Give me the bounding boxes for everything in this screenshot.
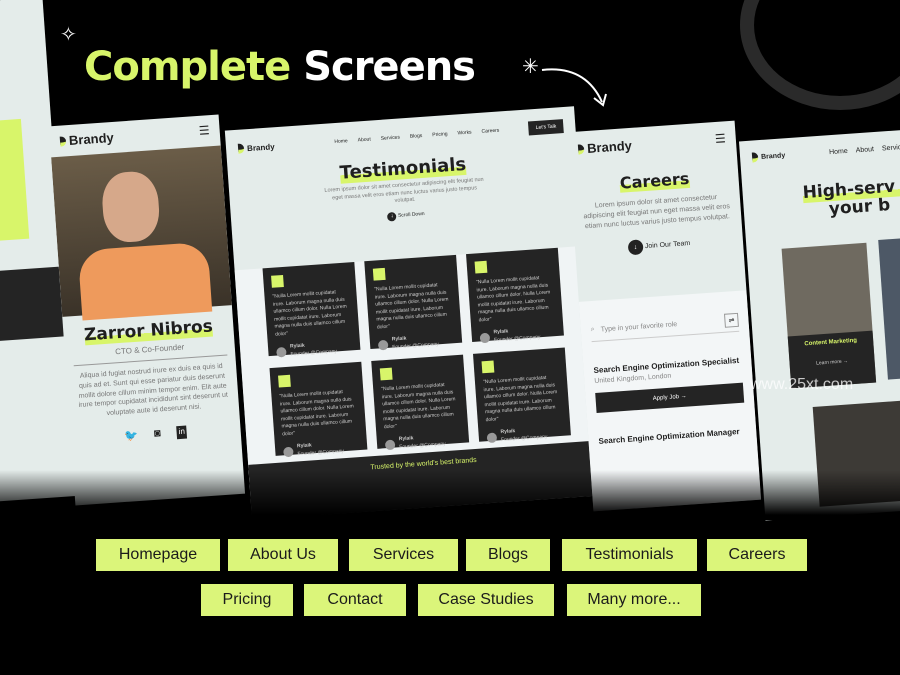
tag-testimonials: Testimonials (562, 539, 697, 571)
nav-home[interactable]: Home (829, 147, 848, 155)
menu-icon[interactable]: ☰ (198, 123, 210, 139)
sparkle-icon: ✧ (60, 24, 77, 46)
search-input[interactable]: ⌕ Type in your favorite role ⇌ (590, 312, 740, 343)
testimonial-card: "Nulla Lorem mollit cupidatat irure. Lab… (371, 354, 470, 450)
search-icon: ⌕ (590, 325, 595, 334)
nav-works[interactable]: Works (457, 129, 471, 136)
tag-about-us: About Us (228, 539, 338, 571)
brand-logo: Brandy (577, 138, 632, 157)
tag-services: Services (349, 539, 458, 571)
watermark: www.25xt.com (750, 376, 854, 393)
tag-many-more: Many more... (567, 584, 701, 616)
profile-photo (51, 145, 232, 321)
testimonial-card: "Nulla Lorem mollit cupidatat irure. Lab… (466, 247, 564, 343)
testimonial-card: "Nulla Lorem mollit cupidatat irure. Lab… (269, 361, 368, 457)
nav-careers[interactable]: Careers (481, 128, 499, 135)
testimonial-card: "Nulla Lorem mollit cupidatat irure. Lab… (364, 254, 463, 350)
testimonials-screen: Brandy Home About Services Blogs Pricing… (224, 106, 602, 520)
nav-about[interactable]: About (855, 146, 874, 154)
profile-screen: Brandy ☰ Zarror Nibros CTO & Co-Founder … (48, 114, 246, 506)
nav-blogs[interactable]: Blogs (410, 133, 423, 140)
tag-careers: Careers (707, 539, 807, 571)
nav-home[interactable]: Home (334, 138, 348, 145)
testimonial-card: "Nulla Lorem mollit cupidatat irure. Lab… (262, 261, 361, 357)
testimonial-card: "Nulla Lorem mollit cupidatat irure. Lab… (473, 347, 571, 443)
service-card: Content Marketing Learn more → (781, 242, 877, 389)
job-title: Search Engine Optimization Manager (598, 427, 740, 446)
brand-logo: Brandy (237, 141, 275, 154)
nav-about[interactable]: About (358, 137, 371, 144)
arrow-down-icon: ↓ (627, 239, 644, 256)
nav-services[interactable]: Services (381, 134, 401, 141)
brand-logo: Brandy (59, 130, 114, 149)
menu-icon[interactable]: ☰ (715, 131, 727, 147)
join-team-button[interactable]: ↓ Join Our Team (583, 233, 736, 259)
page-title: Careers (619, 168, 690, 193)
apply-job-button[interactable]: Apply Job → (595, 382, 745, 413)
careers-screen: Brandy ☰ Careers Lorem ipsum dolor sit a… (566, 120, 762, 512)
tag-contact: Contact (304, 584, 406, 616)
lets-talk-button[interactable]: Let's Talk (528, 119, 564, 136)
service-title: Content Marketing (804, 337, 858, 348)
headline: Complete Screens (84, 44, 476, 90)
tag-pricing: Pricing (201, 584, 293, 616)
tag-blogs: Blogs (466, 539, 550, 571)
arrow-down-icon: ↓ (387, 211, 397, 222)
tag-homepage: Homepage (96, 539, 220, 571)
filter-icon[interactable]: ⇌ (724, 312, 739, 328)
twitter-icon[interactable]: 🐦 (124, 429, 139, 443)
fade-overlay (0, 470, 900, 520)
decorative-arc (740, 0, 900, 110)
profile-bio: Aliqua id fugiat nostrud irure ex duis e… (78, 362, 229, 418)
instagram-icon[interactable]: ◙ (154, 427, 162, 440)
sparkle-icon: ✳ (522, 56, 539, 78)
page-subtitle: Lorem ipsum dolor sit amet consectetur a… (583, 194, 731, 230)
nav-pricing[interactable]: Pricing (432, 131, 448, 138)
tag-case-studies: Case Studies (418, 584, 554, 616)
services-screen: Brandy Home About Services High-serv you… (738, 127, 900, 521)
arrow-icon (541, 68, 607, 107)
nav-services[interactable]: Services (882, 143, 900, 152)
learn-more-link[interactable]: Learn more → (790, 357, 875, 369)
linkedin-icon[interactable]: in (176, 425, 188, 440)
